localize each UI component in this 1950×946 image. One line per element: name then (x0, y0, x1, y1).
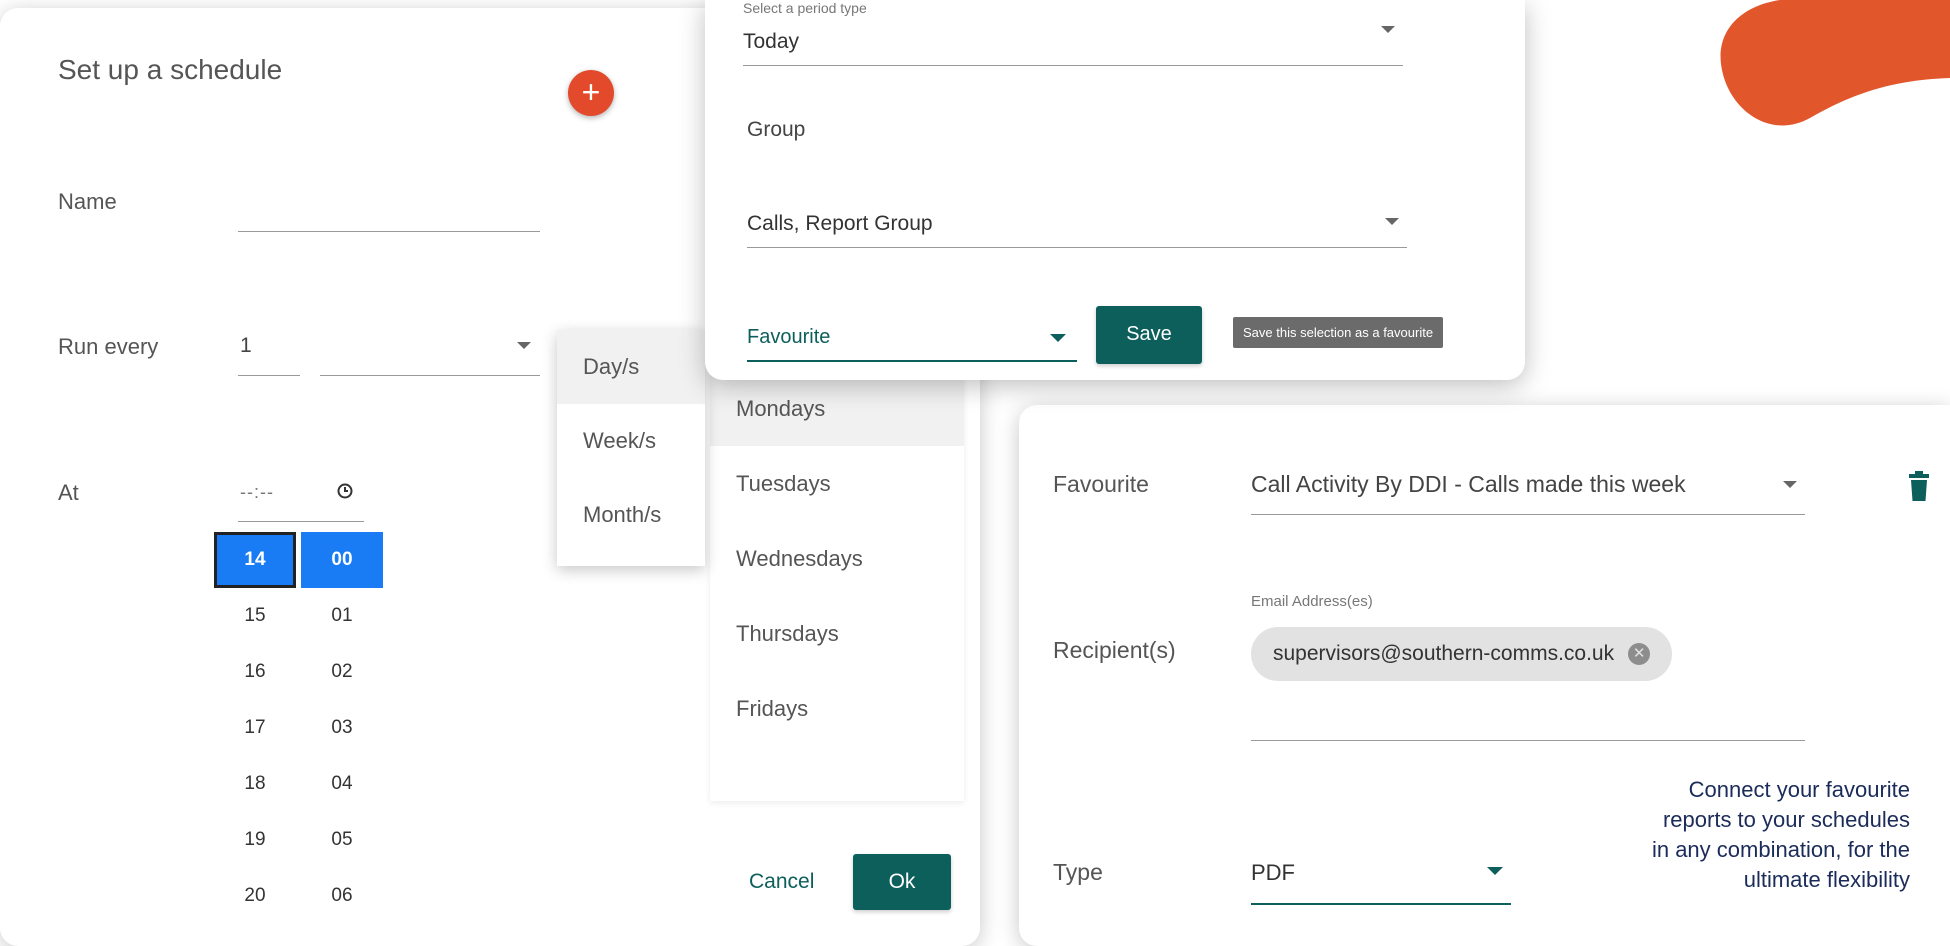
caption-line: ultimate flexibility (1743, 867, 1910, 892)
recipients-label: Recipient(s) (1053, 637, 1176, 663)
marketing-caption: Connect your favourite reports to your s… (1530, 775, 1910, 895)
group-select[interactable] (747, 222, 1407, 248)
caption-line: Connect your favourite (1688, 777, 1910, 802)
hour-option[interactable]: 19 (214, 812, 296, 868)
minute-option[interactable]: 04 (301, 756, 383, 812)
interval-option[interactable]: Month/s (557, 478, 705, 552)
day-option[interactable]: Tuesdays (710, 446, 964, 521)
day-option[interactable]: Mondays (710, 371, 964, 446)
trash-icon[interactable] (1908, 471, 1930, 501)
at-label: At (58, 480, 79, 505)
day-option[interactable]: Fridays (710, 671, 964, 746)
favourite-caret-icon (1050, 334, 1066, 342)
email-input[interactable] (1251, 705, 1805, 741)
hour-option[interactable]: 20 (214, 868, 296, 924)
period-type-label: Select a period type (743, 0, 867, 16)
type-caret-icon (1487, 867, 1503, 875)
hour-option[interactable]: 17 (214, 700, 296, 756)
add-schedule-button[interactable]: + (568, 70, 614, 116)
day-list: Mondays Tuesdays Wednesdays Thursdays Friday… (710, 371, 964, 801)
hour-option[interactable]: 15 (214, 588, 296, 644)
ok-button[interactable]: Ok (853, 854, 951, 910)
favourite-label: Favourite (1053, 471, 1149, 497)
run-every-input[interactable] (238, 352, 300, 376)
orange-blob-decoration (1720, 0, 1950, 126)
group-caret-icon (1385, 218, 1399, 225)
minute-option[interactable]: 03 (301, 700, 383, 756)
type-label: Type (1053, 859, 1103, 885)
hour-option[interactable]: 18 (214, 756, 296, 812)
email-label: Email Address(es) (1251, 593, 1373, 610)
email-chip-text: supervisors@southern-comms.co.uk (1273, 642, 1615, 665)
day-option[interactable]: Wednesdays (710, 521, 964, 596)
name-label: Name (58, 189, 117, 214)
period-panel: Select a period type Today Group Calls, … (705, 0, 1525, 380)
run-every-label: Run every (58, 334, 159, 359)
day-option[interactable]: Thursdays (710, 596, 964, 671)
name-input[interactable] (238, 208, 540, 232)
minute-option[interactable]: 05 (301, 812, 383, 868)
save-tooltip: Save this selection as a favourite (1233, 317, 1444, 348)
minute-option[interactable]: 00 (301, 532, 383, 588)
minute-option[interactable]: 01 (301, 588, 383, 644)
caption-line: reports to your schedules (1662, 807, 1910, 832)
group-label: Group (747, 118, 806, 141)
schedule-title: Set up a schedule (58, 54, 283, 85)
interval-option[interactable]: Day/s (557, 330, 705, 404)
save-favourite-button[interactable]: Save (1096, 306, 1202, 364)
favourite-dropdown[interactable] (1251, 485, 1805, 515)
interval-caret-icon (517, 342, 531, 349)
favourite-select[interactable] (747, 336, 1077, 362)
period-caret-icon (1381, 26, 1395, 33)
cancel-button[interactable]: Cancel (749, 870, 814, 894)
type-select[interactable] (1251, 869, 1511, 905)
time-input[interactable] (238, 498, 364, 522)
period-type-select[interactable] (743, 40, 1403, 66)
interval-select[interactable] (320, 352, 540, 376)
interval-option[interactable]: Week/s (557, 404, 705, 478)
hour-option[interactable]: 16 (214, 644, 296, 700)
minute-option[interactable]: 02 (301, 644, 383, 700)
favourite-dropdown-caret-icon (1783, 481, 1797, 488)
hour-option[interactable]: 14 (214, 532, 296, 588)
minute-option[interactable]: 06 (301, 868, 383, 924)
interval-dropdown: Day/s Week/s Month/s (557, 330, 705, 566)
plus-icon: + (581, 74, 601, 110)
caption-line: in any combination, for the (1651, 837, 1910, 862)
email-chip: supervisors@southern-comms.co.uk ✕ (1251, 627, 1673, 681)
remove-chip-icon[interactable]: ✕ (1628, 643, 1651, 666)
